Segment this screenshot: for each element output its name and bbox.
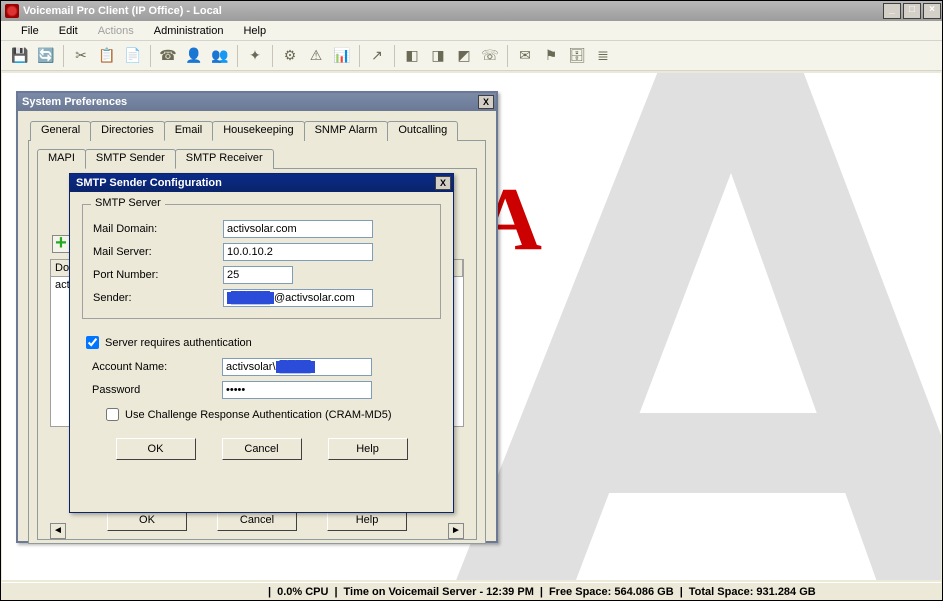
flag-icon[interactable]: ⚑ [540,45,562,67]
mail-domain-input[interactable] [223,220,373,238]
account-input[interactable]: activsolar\ ████ [222,358,372,376]
auth-label: Server requires authentication [105,337,252,349]
menu-actions: Actions [88,22,144,40]
smtp-ok-button[interactable]: OK [116,438,196,460]
cram-checkbox[interactable] [106,408,119,421]
menu-administration[interactable]: Administration [144,22,234,40]
toolbar: 💾 🔄 ✂ 📋 📄 ☎ 👤 👥 ✦ ⚙ ⚠ 📊 ↗ ◧ ◨ ◩ ☏ ✉ ⚑ 🗄 … [1,41,942,71]
smtp-title-text: SMTP Sender Configuration [76,177,435,189]
tab-directories[interactable]: Directories [90,121,165,141]
module-icon[interactable]: ◧ [401,45,423,67]
warning-icon[interactable]: ⚠ [305,45,327,67]
sender-input[interactable]: █████ @activsolar.com [223,289,373,307]
module-icon[interactable]: ◩ [453,45,475,67]
app-icon [5,4,19,18]
user-icon[interactable]: 👤 [183,45,205,67]
smtp-server-legend: SMTP Server [91,197,165,209]
statusbar: | 0.0% CPU | Time on Voicemail Server - … [2,582,941,600]
users-icon[interactable]: 👥 [209,45,231,67]
chart-icon[interactable]: 📊 [331,45,353,67]
smtp-config-dialog: SMTP Sender Configuration X SMTP Server … [69,173,454,513]
connector-icon[interactable]: ↗ [366,45,388,67]
mail-icon[interactable]: ✉ [514,45,536,67]
sender-label: Sender: [93,292,223,304]
subtab-smtp-receiver[interactable]: SMTP Receiver [175,149,274,169]
prefs-close-button[interactable]: X [478,95,494,109]
copy-icon[interactable]: 📋 [96,45,118,67]
mail-server-input[interactable] [223,243,373,261]
titlebar: Voicemail Pro Client (IP Office) - Local… [1,1,942,21]
port-input[interactable] [223,266,293,284]
gear-icon[interactable]: ⚙ [279,45,301,67]
cut-icon[interactable]: ✂ [70,45,92,67]
smtp-buttons: OK Cancel Help [82,438,441,460]
tab-housekeeping[interactable]: Housekeeping [212,121,304,141]
smtp-cancel-button[interactable]: Cancel [222,438,302,460]
status-cpu: 0.0% CPU [277,586,328,598]
tab-general[interactable]: General [30,121,91,141]
minimize-button[interactable]: _ [883,3,901,19]
menu-help[interactable]: Help [233,22,276,40]
smtp-titlebar: SMTP Sender Configuration X [70,174,453,192]
smtp-close-button[interactable]: X [435,176,451,190]
toolbar-separator [359,45,360,67]
smtp-server-group: SMTP Server Mail Domain: Mail Server: Po… [82,204,441,319]
phone-icon[interactable]: ☎ [157,45,179,67]
password-input[interactable] [222,381,372,399]
mail-domain-label: Mail Domain: [93,223,223,235]
menubar: File Edit Actions Administration Help [1,21,942,41]
toolbar-separator [237,45,238,67]
queue-icon[interactable]: ≣ [592,45,614,67]
password-label: Password [92,384,222,396]
paste-icon[interactable]: 📄 [122,45,144,67]
mail-server-label: Mail Server: [93,246,223,258]
account-label: Account Name: [92,361,222,373]
module-icon[interactable]: ◨ [427,45,449,67]
subtab-smtp-sender[interactable]: SMTP Sender [85,149,176,169]
toolbar-separator [394,45,395,67]
phone2-icon[interactable]: ☏ [479,45,501,67]
tab-email[interactable]: Email [164,121,214,141]
smtp-help-button[interactable]: Help [328,438,408,460]
sender-redacted: █████ [227,292,274,304]
account-prefix: activsolar\ [226,361,276,373]
toolbar-separator [150,45,151,67]
menu-edit[interactable]: Edit [49,22,88,40]
port-label: Port Number: [93,269,223,281]
add-server-button[interactable]: + [52,235,70,253]
window-title: Voicemail Pro Client (IP Office) - Local [23,5,882,17]
status-total: Total Space: 931.284 GB [689,586,816,598]
prefs-title-text: System Preferences [22,96,478,108]
menu-file[interactable]: File [11,22,49,40]
subtab-mapi[interactable]: MAPI [37,149,86,169]
db-icon[interactable]: 🗄 [566,45,588,67]
smtp-body: SMTP Server Mail Domain: Mail Server: Po… [70,192,453,468]
prefs-tabs: General Directories Email Housekeeping S… [30,121,486,141]
toolbar-separator [507,45,508,67]
maximize-button[interactable]: □ [903,3,921,19]
toolbar-separator [63,45,64,67]
prefs-titlebar: System Preferences X [18,93,496,111]
status-free: Free Space: 564.086 GB [549,586,674,598]
tab-snmp-alarm[interactable]: SNMP Alarm [304,121,389,141]
cram-label: Use Challenge Response Authentication (C… [125,409,392,421]
tab-outcalling[interactable]: Outcalling [387,121,458,141]
toolbar-separator [272,45,273,67]
email-subtabs: MAPI SMTP Sender SMTP Receiver [37,149,477,169]
status-time: Time on Voicemail Server - 12:39 PM [344,586,534,598]
sync-icon[interactable]: 🔄 [35,45,57,67]
account-redacted: ████ [276,361,315,373]
auth-checkbox[interactable] [86,336,99,349]
sender-suffix: @activsolar.com [274,292,355,304]
star-icon[interactable]: ✦ [244,45,266,67]
save-icon[interactable]: 💾 [9,45,31,67]
background-logo [421,73,941,580]
close-button[interactable]: × [923,3,941,19]
